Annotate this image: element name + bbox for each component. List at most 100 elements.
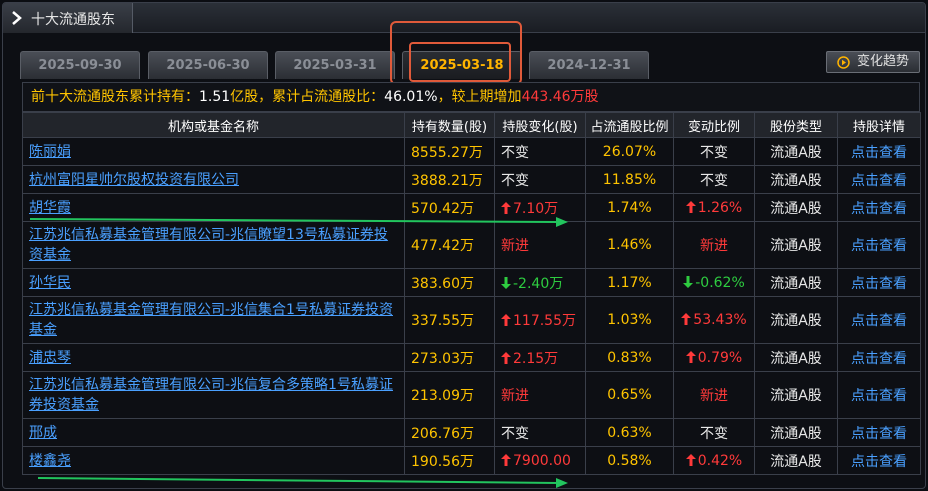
holder-name-link[interactable]: 孙华民 bbox=[29, 275, 71, 291]
cell-ratio: 不变 bbox=[673, 137, 755, 166]
summary-total-holding: 1.51 bbox=[199, 89, 231, 105]
annotation-arrow-bottom bbox=[38, 477, 568, 488]
cell-detail: 点击查看 bbox=[837, 296, 921, 344]
arrow-up-icon bbox=[685, 200, 696, 213]
detail-link[interactable]: 点击查看 bbox=[851, 454, 907, 470]
holder-name-link[interactable]: 陈丽娟 bbox=[29, 144, 71, 160]
detail-link[interactable]: 点击查看 bbox=[851, 145, 907, 161]
detail-link[interactable]: 点击查看 bbox=[851, 313, 907, 329]
annotation-arrow-top bbox=[30, 217, 568, 227]
cell-change: 新进 bbox=[494, 371, 586, 419]
cell-ratio: -0.62% bbox=[673, 268, 755, 297]
panel-title: 十大流通股东 bbox=[31, 12, 115, 28]
holder-name-link[interactable]: 江苏兆信私募基金管理有限公司-兆信集合1号私募证券投资基金 bbox=[29, 302, 393, 338]
cell-type: 流通A股 bbox=[754, 296, 838, 344]
col-header-type: 股份类型 bbox=[754, 112, 838, 138]
cell-name: 楼鑫尧 bbox=[22, 446, 405, 475]
change-value: 117.55万 bbox=[513, 313, 576, 329]
cell-ratio: 新进 bbox=[673, 221, 755, 269]
title-tab[interactable]: 十大流通股东 bbox=[3, 3, 133, 33]
tab-2025-03-31[interactable]: 2025-03-31 bbox=[275, 51, 395, 79]
cell-detail: 点击查看 bbox=[837, 446, 921, 475]
cell-pct: 1.74% bbox=[585, 193, 674, 222]
cell-change: 2.15万 bbox=[494, 343, 586, 372]
cell-type: 流通A股 bbox=[754, 268, 838, 297]
holder-name-link[interactable]: 江苏兆信私募基金管理有限公司-兆信复合多策略1号私募证券投资基金 bbox=[29, 377, 393, 413]
col-header-pct: 占流通股比例 bbox=[585, 112, 674, 138]
holder-name-link[interactable]: 邢成 bbox=[29, 425, 57, 441]
cell-pct: 1.03% bbox=[585, 296, 674, 344]
cell-pct: 0.58% bbox=[585, 446, 674, 475]
holder-name-link[interactable]: 江苏兆信私募基金管理有限公司-兆信瞭望13号私募证券投资基金 bbox=[29, 227, 388, 263]
change-value: 7900.00 bbox=[513, 452, 571, 469]
detail-link[interactable]: 点击查看 bbox=[851, 388, 907, 404]
detail-link[interactable]: 点击查看 bbox=[851, 173, 907, 189]
cell-type: 流通A股 bbox=[754, 343, 838, 372]
cell-name: 孙华民 bbox=[22, 268, 405, 297]
trend-button[interactable]: 变化趋势 bbox=[826, 51, 920, 73]
ratio-value: 53.43% bbox=[693, 312, 747, 328]
detail-link[interactable]: 点击查看 bbox=[851, 426, 907, 442]
cell-name: 邢成 bbox=[22, 418, 405, 447]
cell-pct: 1.46% bbox=[585, 221, 674, 269]
tab-2025-06-30[interactable]: 2025-06-30 bbox=[148, 51, 268, 79]
cell-change: 7900.00 bbox=[494, 446, 586, 475]
change-value: 新进 bbox=[501, 238, 529, 254]
table-row: 江苏兆信私募基金管理有限公司-兆信瞭望13号私募证券投资基金 477.42万 新进 1… bbox=[22, 221, 921, 269]
cell-detail: 点击查看 bbox=[837, 371, 921, 419]
table-row: 杭州富阳星帅尔股权投资有限公司 3888.21万 不变 11.85% 不变 流通A股 点击查… bbox=[22, 165, 921, 194]
table-header-row: 机构或基金名称 持有数量(股) 持股变化(股) 占流通股比例 变动比例 股份类型… bbox=[22, 112, 921, 138]
arrow-up-icon bbox=[501, 314, 511, 326]
cell-change: 新进 bbox=[494, 221, 586, 269]
cell-type: 流通A股 bbox=[754, 371, 838, 419]
tab-2025-09-30[interactable]: 2025-09-30 bbox=[20, 51, 140, 79]
cell-pct: 0.63% bbox=[585, 418, 674, 447]
cell-ratio: 0.79% bbox=[673, 343, 755, 372]
cell-detail: 点击查看 bbox=[837, 418, 921, 447]
col-header-amount: 持有数量(股) bbox=[404, 112, 495, 138]
cell-change: 117.55万 bbox=[494, 296, 586, 344]
arrow-up-icon bbox=[501, 351, 511, 364]
tab-2024-12-31[interactable]: 2024-12-31 bbox=[529, 51, 649, 79]
cell-ratio: 不变 bbox=[673, 165, 755, 194]
cell-name: 江苏兆信私募基金管理有限公司-兆信复合多策略1号私募证券投资基金 bbox=[22, 371, 405, 419]
table-row: 邢成 206.76万 不变 0.63% 不变 流通A股 点击查看 bbox=[22, 418, 921, 447]
change-value: 不变 bbox=[501, 425, 529, 442]
holder-name-link[interactable]: 楼鑫尧 bbox=[29, 453, 71, 469]
cell-pct: 0.83% bbox=[585, 343, 674, 372]
ratio-value: 不变 bbox=[700, 172, 728, 189]
ratio-value: 不变 bbox=[700, 144, 728, 161]
cell-change: 不变 bbox=[494, 165, 586, 194]
cell-type: 流通A股 bbox=[754, 418, 838, 447]
summary-bar: 前十大流通股东累计持有：1.51亿股，累计占流通股比：46.01%，较上期增加4… bbox=[22, 82, 920, 112]
cell-pct: 26.07% bbox=[585, 137, 674, 166]
cell-detail: 点击查看 bbox=[837, 165, 921, 194]
cell-ratio: 新进 bbox=[673, 371, 755, 419]
summary-total-ratio: 46.01% bbox=[384, 89, 438, 105]
cell-ratio: 0.42% bbox=[673, 446, 755, 475]
table-row: 江苏兆信私募基金管理有限公司-兆信集合1号私募证券投资基金 337.55万 117.… bbox=[22, 296, 921, 344]
cell-amount: 273.03万 bbox=[404, 343, 495, 372]
ratio-value: 新进 bbox=[700, 238, 728, 254]
ratio-value: 不变 bbox=[700, 425, 728, 442]
cell-amount: 213.09万 bbox=[404, 371, 495, 419]
shareholders-table: 机构或基金名称 持有数量(股) 持股变化(股) 占流通股比例 变动比例 股份类型… bbox=[22, 112, 921, 475]
holder-name-link[interactable]: 杭州富阳星帅尔股权投资有限公司 bbox=[29, 172, 239, 188]
cell-pct: 11.85% bbox=[585, 165, 674, 194]
ratio-value: -0.62% bbox=[695, 274, 745, 291]
detail-link[interactable]: 点击查看 bbox=[851, 201, 907, 217]
detail-link[interactable]: 点击查看 bbox=[851, 351, 907, 367]
cell-type: 流通A股 bbox=[754, 137, 838, 166]
cell-detail: 点击查看 bbox=[837, 137, 921, 166]
detail-link[interactable]: 点击查看 bbox=[851, 238, 907, 254]
detail-link[interactable]: 点击查看 bbox=[851, 276, 907, 292]
cell-name: 陈丽娟 bbox=[22, 137, 405, 166]
cell-amount: 383.60万 bbox=[404, 268, 495, 297]
cell-detail: 点击查看 bbox=[837, 193, 921, 222]
table-row: 孙华民 383.60万 -2.40万 1.17% -0.62% 流通A股 点击查看 bbox=[22, 268, 921, 297]
holder-name-link[interactable]: 浦忠琴 bbox=[29, 350, 71, 366]
arrow-down-icon bbox=[683, 275, 694, 288]
ratio-value: 新进 bbox=[700, 388, 728, 404]
cell-change: 不变 bbox=[494, 137, 586, 166]
arrow-up-icon bbox=[685, 350, 696, 363]
